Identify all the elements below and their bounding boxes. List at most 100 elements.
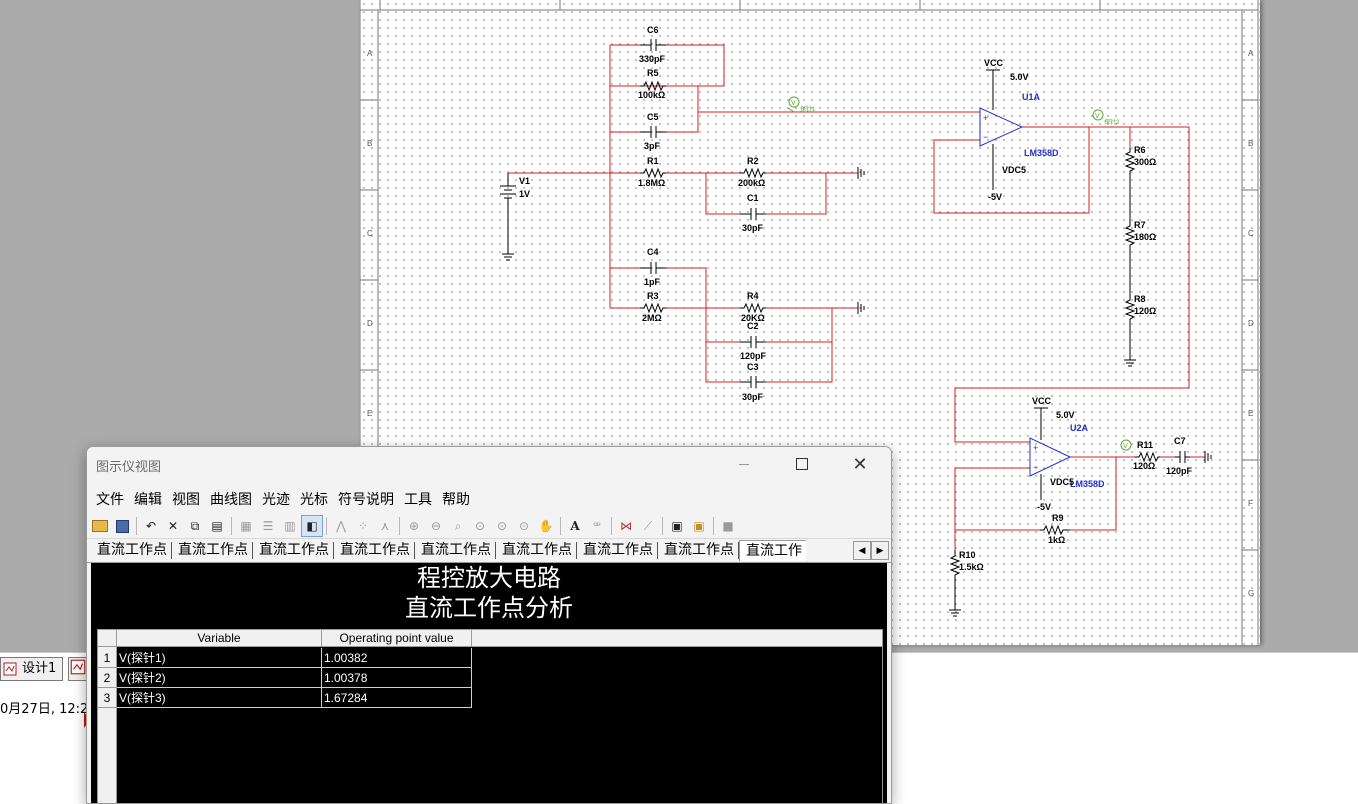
menu-trace[interactable]: 光迹 — [257, 487, 295, 511]
probe-3[interactable]: V — [1120, 439, 1132, 451]
undo-button[interactable]: ↶ — [140, 515, 162, 537]
analysis-tab[interactable]: 直流工作点 — [415, 542, 496, 559]
analysis-tab[interactable]: 直流工作点 — [253, 542, 334, 559]
zoom-in-button[interactable]: ⊕ — [403, 515, 425, 537]
c6-name: C6 — [647, 25, 659, 35]
export-mathcad-button[interactable]: ▣ — [688, 515, 710, 537]
analysis-tab[interactable]: 直流工作点 — [91, 542, 172, 559]
line-style-button[interactable]: ⋀ — [330, 515, 352, 537]
analysis-tab[interactable]: 直流工作点 — [172, 542, 253, 559]
probe-1[interactable]: V 探针1 — [787, 96, 816, 113]
select-marks-button[interactable]: ⟋ — [637, 515, 659, 537]
table-cell-value[interactable]: 1.00382 — [322, 648, 472, 668]
minimize-button[interactable] — [721, 447, 767, 481]
zoom-out-button[interactable]: ⊖ — [425, 515, 447, 537]
resistor-r11 — [1135, 451, 1160, 463]
zoom-fit-button[interactable]: ⌕ — [447, 515, 469, 537]
grapher-title: 图示仪视图 — [96, 460, 162, 475]
menu-view[interactable]: 视图 — [167, 487, 205, 511]
open-button[interactable] — [89, 515, 111, 537]
menu-graph[interactable]: 曲线图 — [205, 487, 257, 511]
row-number[interactable]: 3 — [98, 688, 116, 708]
grapher-titlebar[interactable]: 图示仪视图 ✕ — [87, 447, 891, 481]
pan-button[interactable]: ✋ — [535, 515, 557, 537]
analysis-tab[interactable]: 直流工作点 — [577, 542, 658, 559]
export-data-icon: ▣ — [693, 519, 705, 533]
table-cell-value[interactable]: 1.00378 — [322, 668, 472, 688]
label-icon: ꟹ — [593, 519, 601, 533]
cut-button[interactable]: ✕ — [162, 515, 184, 537]
svg-text:V: V — [791, 100, 796, 107]
copy-button[interactable]: ⧉ — [184, 515, 206, 537]
analysis-tab[interactable]: 直流工作点 — [496, 542, 577, 559]
zoom-area-button[interactable]: ⊙ — [513, 515, 535, 537]
r8-value: 120Ω — [1134, 306, 1156, 316]
analysis-tab-active[interactable]: 直流工作 — [739, 540, 806, 561]
c7-value: 120pF — [1166, 466, 1193, 476]
opamp-u1a[interactable]: + − — [979, 107, 1024, 147]
capacitor-c4 — [640, 262, 666, 274]
tab-scroll-left-button[interactable]: ◀ — [853, 541, 871, 560]
column-header-empty — [472, 630, 882, 647]
zoom-y-button[interactable]: ⊙ — [491, 515, 513, 537]
row-number[interactable]: 1 — [98, 648, 116, 668]
menu-edit[interactable]: 编辑 — [129, 487, 167, 511]
zoom-x-button[interactable]: ⊙ — [469, 515, 491, 537]
title-button[interactable]: A — [564, 515, 586, 537]
menu-help[interactable]: 帮助 — [437, 487, 475, 511]
operating-point-page[interactable]: 程控放大电路 直流工作点分析 Variable Operating point … — [91, 563, 887, 803]
table-cell-value[interactable]: 1.67284 — [322, 688, 472, 708]
border-label-e-right: E — [1248, 409, 1253, 418]
table-cell-variable[interactable]: V(探针1) — [117, 648, 322, 668]
reverse-colors-button[interactable]: ◧ — [301, 515, 323, 537]
toolbar-separator — [231, 517, 232, 535]
menu-legend[interactable]: 符号说明 — [333, 487, 399, 511]
zoom-out-icon: ⊖ — [430, 519, 442, 533]
close-button[interactable]: ✕ — [837, 447, 883, 481]
paste-button[interactable]: ▤ — [206, 515, 228, 537]
analysis-tab[interactable]: 直流工作点 — [658, 542, 739, 559]
border-label-c-left: C — [367, 229, 373, 238]
column-header-value[interactable]: Operating point value — [322, 630, 472, 647]
column-header-variable[interactable]: Variable — [117, 630, 322, 647]
u2a-vdd-value: -5V — [1037, 502, 1051, 512]
export-excel-button[interactable]: ▣ — [666, 515, 688, 537]
line-point-button[interactable]: ⋏ — [374, 515, 396, 537]
border-label-d-left: D — [367, 319, 373, 328]
svg-text:+: + — [1033, 443, 1038, 453]
results-table[interactable]: Variable Operating point value 1 V(探针1) … — [97, 629, 883, 803]
r6-name: R6 — [1134, 145, 1146, 155]
r8-name: R8 — [1134, 294, 1146, 304]
paste-icon: ▤ — [211, 519, 223, 533]
toolbar-separator — [326, 517, 327, 535]
u2a-vcc: VCC — [1032, 396, 1052, 406]
menu-file[interactable]: 文件 — [91, 487, 129, 511]
table-cell-variable[interactable]: V(探针3) — [117, 688, 322, 708]
probe-2[interactable]: V 探针2 — [1092, 109, 1120, 126]
overlay-traces-button[interactable]: ⋈ — [615, 515, 637, 537]
save-button[interactable] — [111, 515, 133, 537]
grid-button[interactable]: ▦ — [235, 515, 257, 537]
probe-2-label: 探针2 — [1104, 118, 1120, 126]
grapher-window[interactable]: 图示仪视图 ✕ 文件 编辑 视图 曲线图 光迹 光标 符号说明 工具 帮助 ↶ … — [86, 446, 892, 804]
opamp-u2a[interactable]: + − — [1029, 437, 1072, 477]
point-style-button[interactable]: ⁘ — [352, 515, 374, 537]
menu-tools[interactable]: 工具 — [399, 487, 437, 511]
label-button[interactable]: ꟹ — [586, 515, 608, 537]
c1-name: C1 — [747, 193, 759, 203]
row-number[interactable]: 2 — [98, 668, 116, 688]
table-cell-variable[interactable]: V(探针2) — [117, 668, 322, 688]
cursors-button[interactable]: ▥ — [279, 515, 301, 537]
legend-button[interactable]: ☰ — [257, 515, 279, 537]
toolbar-separator — [611, 517, 612, 535]
stop-button[interactable]: ■ — [717, 515, 739, 537]
text-a-icon: A — [570, 519, 580, 533]
zoom-area-icon: ⊙ — [518, 519, 530, 533]
border-label-g-right: G — [1248, 589, 1254, 598]
maximize-button[interactable] — [779, 447, 825, 481]
border-label-a-left: A — [367, 49, 373, 58]
menu-cursor[interactable]: 光标 — [295, 487, 333, 511]
tab-scroll-right-button[interactable]: ▶ — [871, 541, 889, 560]
analysis-tab[interactable]: 直流工作点 — [334, 542, 415, 559]
design-tab[interactable]: 设计1 — [0, 657, 64, 681]
